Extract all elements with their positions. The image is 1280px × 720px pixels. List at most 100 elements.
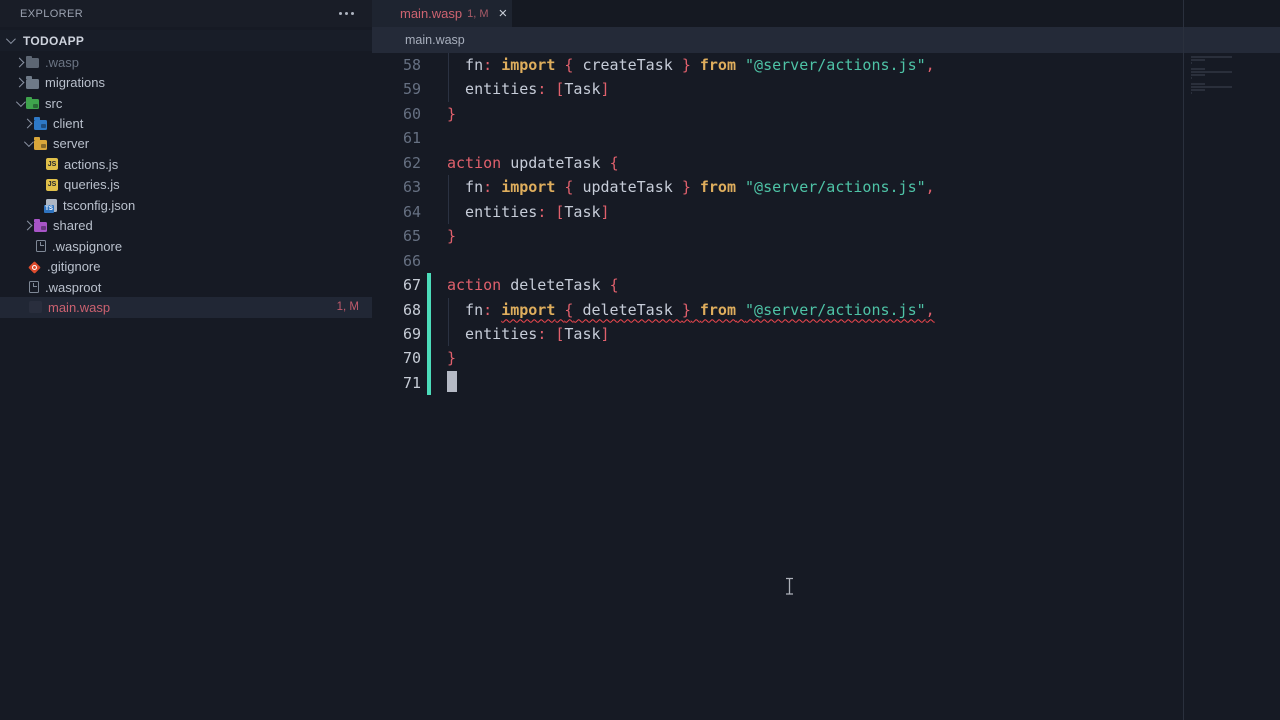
- minimap-line-mark: [1191, 83, 1205, 85]
- chevron-right-icon: [15, 78, 25, 88]
- tree-item-label: .wasp: [45, 55, 79, 70]
- tree-item-server[interactable]: server: [0, 134, 372, 154]
- close-icon[interactable]: ×: [499, 6, 508, 21]
- code-line-66[interactable]: 66: [372, 249, 1280, 273]
- mouse-text-cursor: [784, 577, 795, 596]
- line-number: 71: [372, 371, 421, 395]
- line-number: 70: [372, 346, 421, 370]
- tree-item-main-wasp[interactable]: main.wasp1, M: [0, 297, 372, 317]
- file-icon: [29, 281, 39, 293]
- tree-item-label: shared: [53, 218, 93, 233]
- minimap-line-mark: [1191, 62, 1192, 64]
- code-line-60[interactable]: 60}: [372, 102, 1280, 126]
- tab-title: main.wasp: [400, 6, 462, 21]
- chevron-down-icon: [6, 34, 16, 44]
- tree-item-label: tsconfig.json: [63, 198, 135, 213]
- tree-item--wasproot[interactable]: .wasproot: [0, 277, 372, 297]
- minimap-line-mark: [1191, 59, 1205, 61]
- tree-item-actions-js[interactable]: JS actions.js: [0, 154, 372, 174]
- tree-item-label: actions.js: [64, 157, 118, 172]
- indent-guide: [448, 200, 449, 224]
- code-line-71[interactable]: 71: [372, 371, 1280, 395]
- chevron-down-icon: [24, 138, 34, 148]
- code-line-68[interactable]: 68 fn: import { deleteTask } from "@serv…: [372, 298, 1280, 322]
- chevron-down-icon: [16, 97, 26, 107]
- tree-item-label: queries.js: [64, 177, 120, 192]
- tab-main-wasp[interactable]: main.wasp 1, M ×: [372, 0, 512, 27]
- tab-problems-modified-badge: 1, M: [467, 8, 488, 20]
- code-line-63[interactable]: 63 fn: import { updateTask } from "@serv…: [372, 175, 1280, 199]
- code-line-70[interactable]: 70}: [372, 346, 1280, 370]
- line-number: 61: [372, 126, 421, 150]
- code-line-58[interactable]: 58 fn: import { createTask } from "@serv…: [372, 53, 1280, 77]
- minimap-line-mark: [1191, 89, 1205, 91]
- tree-item-queries-js[interactable]: JSqueries.js: [0, 175, 372, 195]
- text-cursor: [447, 371, 457, 392]
- line-number: 60: [372, 102, 421, 126]
- folder-icon: [26, 58, 39, 68]
- tree-item-client[interactable]: client: [0, 113, 372, 133]
- code-line-61[interactable]: 61: [372, 126, 1280, 150]
- breadcrumb: main.wasp: [372, 27, 1280, 53]
- explorer-sidebar: EXPLORER TODOAPP .wasp migrations src clien…: [0, 0, 372, 720]
- tree-item--waspignore[interactable]: .waspignore: [0, 236, 372, 256]
- code-line-62[interactable]: 62action updateTask {: [372, 151, 1280, 175]
- line-number: 66: [372, 249, 421, 273]
- minimap-line-mark: [1191, 56, 1232, 58]
- tree-item-label: main.wasp: [48, 300, 110, 315]
- minimap-line-mark: [1191, 74, 1205, 76]
- file-icon: [36, 240, 46, 252]
- tree-item-label: .wasproot: [45, 280, 101, 295]
- file-tree: .wasp migrations src client server JS actions.…: [0, 52, 372, 318]
- code-line-59[interactable]: 59 entities: [Task]: [372, 77, 1280, 101]
- editor-group: main.wasp 1, M × main.wasp 58 fn: import…: [372, 0, 1280, 720]
- code-text: }: [447, 346, 456, 370]
- project-root-label: TODOAPP: [23, 34, 84, 48]
- tree-item-label: migrations: [45, 75, 105, 90]
- tree-item-label: server: [53, 136, 89, 151]
- folder-icon: [26, 99, 39, 109]
- code-area[interactable]: 58 fn: import { createTask } from "@serv…: [372, 53, 1280, 720]
- tree-item-label: .gitignore: [47, 259, 100, 274]
- tree-item--gitignore[interactable]: .gitignore: [0, 256, 372, 276]
- minimap-line-mark: [1191, 71, 1232, 73]
- code-line-69[interactable]: 69 entities: [Task]: [372, 322, 1280, 346]
- code-line-65[interactable]: 65}: [372, 224, 1280, 248]
- minimap-line-mark: [1191, 77, 1192, 79]
- folder-icon: [26, 79, 39, 89]
- tree-item-src[interactable]: src: [0, 93, 372, 113]
- more-actions-icon[interactable]: [337, 8, 356, 19]
- chevron-right-icon: [15, 57, 25, 67]
- code-line-64[interactable]: 64 entities: [Task]: [372, 200, 1280, 224]
- tree-item-shared[interactable]: shared: [0, 216, 372, 236]
- tree-item--wasp[interactable]: .wasp: [0, 52, 372, 72]
- minimap-line-mark: [1191, 86, 1232, 88]
- explorer-section-todoapp[interactable]: TODOAPP: [0, 30, 372, 51]
- line-number: 64: [372, 200, 421, 224]
- line-number: 69: [372, 322, 421, 346]
- wasp-file-icon: [29, 301, 42, 313]
- folder-icon: [34, 140, 47, 150]
- breadcrumb-file[interactable]: main.wasp: [405, 33, 465, 47]
- git-icon: [28, 261, 41, 274]
- explorer-header: EXPLORER: [0, 0, 372, 27]
- indent-guide: [448, 322, 449, 346]
- tree-item-label: .waspignore: [52, 239, 122, 254]
- gutter-change-indicator: [427, 371, 431, 395]
- line-number: 59: [372, 77, 421, 101]
- error-squiggle: import { deleteTask } from "@server/acti…: [501, 301, 935, 319]
- minimap[interactable]: [1183, 0, 1280, 720]
- javascript-file-icon: JS: [46, 158, 58, 170]
- gutter-change-indicator: [427, 298, 431, 322]
- tree-item-migrations[interactable]: migrations: [0, 72, 372, 92]
- folder-icon: [34, 222, 47, 232]
- line-number: 58: [372, 53, 421, 77]
- gutter-change-indicator: [427, 322, 431, 346]
- code-line-67[interactable]: 67action deleteTask {: [372, 273, 1280, 297]
- minimap-line-mark: [1191, 92, 1192, 94]
- tree-item-tsconfig-json[interactable]: TStsconfig.json: [0, 195, 372, 215]
- tree-item-label: src: [45, 96, 62, 111]
- line-number: 68: [372, 298, 421, 322]
- line-number: 67: [372, 273, 421, 297]
- indent-guide: [448, 175, 449, 199]
